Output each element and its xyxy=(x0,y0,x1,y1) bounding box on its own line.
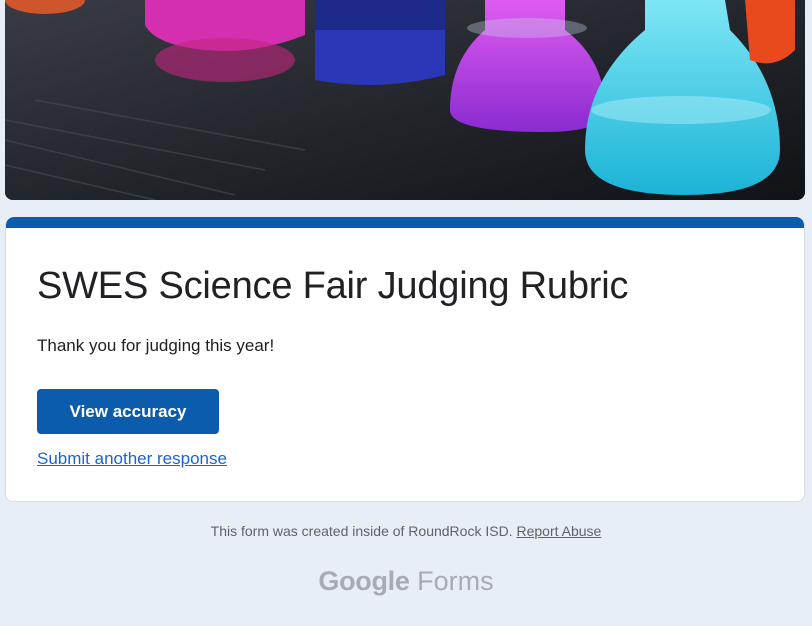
header-banner-image xyxy=(5,0,805,200)
submit-another-response-link[interactable]: Submit another response xyxy=(37,449,227,469)
view-accuracy-button[interactable]: View accuracy xyxy=(37,389,219,434)
google-forms-logo[interactable]: Google Forms xyxy=(0,566,812,597)
brand-google: Google xyxy=(318,566,410,596)
report-abuse-link[interactable]: Report Abuse xyxy=(516,523,601,539)
confirmation-message: Thank you for judging this year! xyxy=(37,336,275,355)
confirmation-card: SWES Science Fair Judging Rubric Thank y… xyxy=(5,217,805,502)
card-accent-bar xyxy=(6,217,804,228)
footer-notice-text: This form was created inside of RoundRoc… xyxy=(210,523,513,539)
brand-forms: Forms xyxy=(417,566,494,596)
footer-notice: This form was created inside of RoundRoc… xyxy=(0,523,812,539)
form-title: SWES Science Fair Judging Rubric xyxy=(37,265,629,307)
